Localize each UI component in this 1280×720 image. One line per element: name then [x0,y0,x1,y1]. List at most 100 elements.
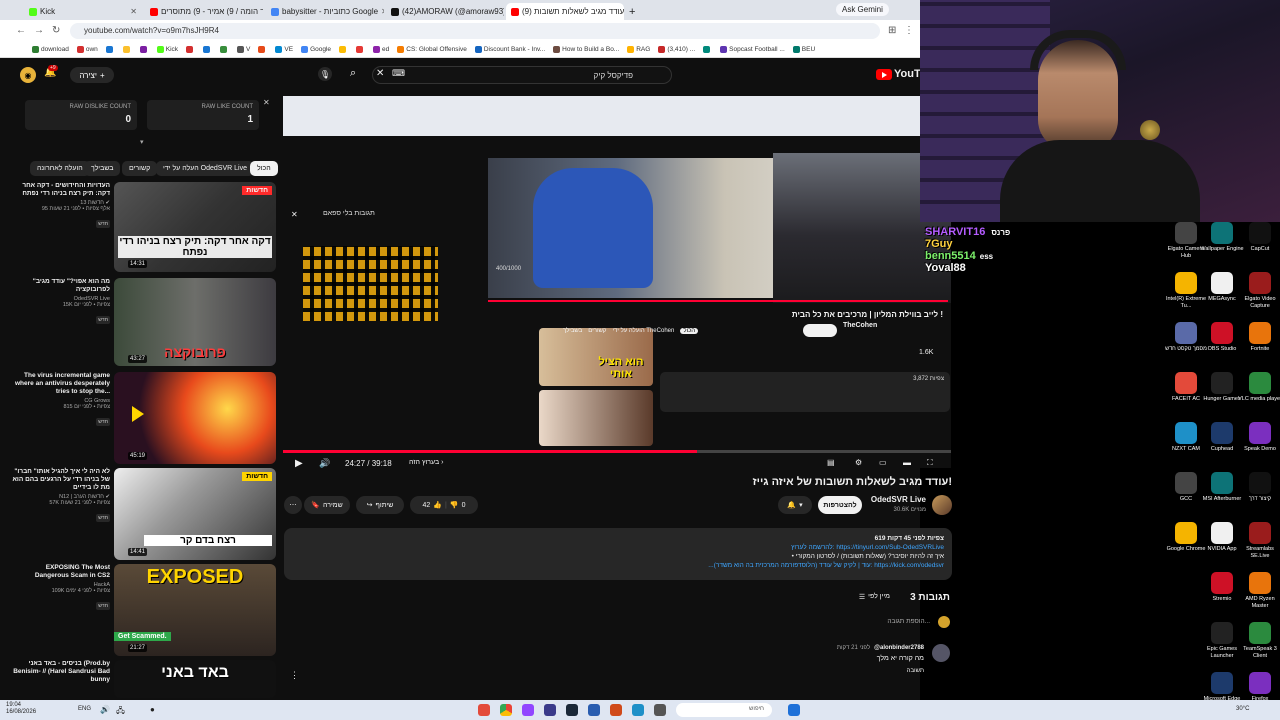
video-title[interactable]: העדויות והחידושים - דקה אחר דקה: תיק רצח… [10,182,110,198]
commenter-avatar[interactable] [932,644,950,662]
browser-tab-5-active[interactable]: (9) עודד מגיב לשאלות תשובות - ...✕ [506,3,624,20]
more-actions-button[interactable]: ⋯ [284,496,302,514]
list-item[interactable]: באד באני בניסים - באד באני (Prod.by Beni… [10,660,276,698]
bookmark-item[interactable] [258,46,267,53]
search-icon[interactable]: ⌕ [350,67,356,80]
bookmark-item[interactable] [203,46,212,53]
steam-icon[interactable] [566,704,578,716]
channel-avatar[interactable] [932,495,952,515]
bookmark-item[interactable] [356,46,365,53]
browser-tab-3[interactable]: babysitter - כתוביות Google✕ [266,3,384,20]
volume-icon[interactable]: 🔊 [100,705,110,714]
share-button[interactable]: ↪ שיתוף [356,496,404,514]
list-item[interactable]: 45:19 The virus incremental game where a… [10,372,276,464]
list-item[interactable]: פרובוקצה 43:27 "מה הוא אפוי?" עודד מגיב … [10,278,276,366]
desktop-shortcut[interactable]: Elgato Camera Hub [1163,222,1209,259]
thumbnail[interactable]: חדשות רצח בדם קר [114,468,276,560]
extensions-icon[interactable]: ⊞ [888,25,896,36]
bookmark-item[interactable]: (3,410) ... [658,46,695,53]
save-button[interactable]: 🔖 שמירה [304,496,350,514]
desktop-shortcut[interactable] [1163,622,1209,646]
browser-tab-4[interactable]: (42)AMORAW (@amoraw93)✕ [386,3,504,20]
weather-temp[interactable]: 30°C [1236,706,1249,712]
discord-icon[interactable] [522,704,534,716]
theater-icon[interactable]: ▬ [903,458,911,467]
thumbnail[interactable]: EXPOSED Get Scammed. [114,564,276,656]
miniplayer-icon[interactable]: ▭ [879,458,887,467]
desktop-shortcut[interactable]: Google Chrome [1163,522,1209,553]
close-counts-icon[interactable]: ✕ [263,98,270,107]
chevron-down-icon[interactable]: ▾ [140,138,144,146]
avatar[interactable]: ◉ [20,67,36,83]
chip-recent[interactable]: הועלה לאחרונה [30,161,90,176]
back-icon[interactable]: ← [16,25,26,36]
close-tab-icon[interactable]: ✕ [130,7,137,16]
chip-related[interactable]: קשורים [122,161,158,176]
bookmark-item[interactable] [339,46,348,53]
taskbar-app-icon[interactable] [478,704,490,716]
list-item[interactable]: חדשות רצח בדם קר 14:41 "לא היה לי איך לה… [10,468,276,560]
windows-start-icon[interactable] [788,704,800,716]
desktop-shortcut[interactable]: מסמך טקסט חדש [1163,322,1209,353]
description-box[interactable]: 619 צפיות לפני 45 דקות להרשמה לערוץ: htt… [284,528,952,580]
description-link-kick[interactable]: ...עוד | לקיק של עודד (הלוסדפורמה המרכזי… [292,561,944,570]
bookmark-item[interactable]: Discount Bank - Inv... [474,46,545,53]
new-tab-button[interactable]: + [624,3,638,20]
chip-for-you[interactable]: בשבילך [84,161,121,176]
bookmark-item[interactable]: V [237,46,250,53]
bookmark-item[interactable]: VE [275,46,293,53]
browser-tab-2[interactable]: אבסורד הומה / 9) אמיר - 9) מתוסרים✕ [145,3,263,20]
bookmark-item[interactable]: Google [301,46,331,53]
mic-icon[interactable]: 🎙 [318,67,332,81]
video-title[interactable]: "מה הוא אפוי?" עודד מגיב לפרובוקציה [10,278,110,294]
desktop-shortcut[interactable]: NZXT CAM [1163,422,1209,453]
chip-uploaded-by[interactable]: העלה על ידי OdedSVR Live [156,161,254,176]
taskbar-app-icon[interactable] [544,704,556,716]
bookmark-item[interactable] [122,46,132,53]
edge-icon[interactable] [632,704,644,716]
thumbnail[interactable]: חדשות דקה אחר דקה: תיק רצח בניהו רדי נפת… [114,182,276,272]
chrome-icon[interactable] [500,704,512,716]
settings-icon[interactable]: ⚙ [855,458,862,467]
thumbs-down-icon[interactable]: 👎 [450,501,459,509]
language-indicator[interactable]: ENG [78,706,91,712]
tray-app-icon[interactable]: ● [150,705,155,714]
bookmark-item[interactable] [105,46,115,53]
clock[interactable]: 19:04 16/08/2026 [6,702,36,716]
like-count[interactable]: 42 [423,502,431,509]
bookmark-item[interactable]: own [76,46,98,53]
desktop-shortcut[interactable]: Intel(R) Extreme Tu... [1163,272,1209,309]
thumbs-up-icon[interactable]: 👍 [433,501,442,509]
close-tab-icon[interactable]: ✕ [381,7,384,16]
bookmark-item[interactable]: How to Build a Bo... [553,46,619,53]
network-icon[interactable]: 🖧 [116,705,125,719]
clear-search-icon[interactable]: ✕ [376,68,384,79]
thumbnail[interactable] [114,372,276,464]
chip-all[interactable]: הכול [250,161,278,176]
bookmark-item[interactable]: Sopcast Football ... [720,46,785,53]
url-field[interactable]: youtube.com/watch?v=o9m7hsJH9R4 [70,23,880,39]
desktop-shortcut[interactable] [1163,672,1209,696]
search-input[interactable]: פדיקסל קיק [372,66,672,84]
volume-icon[interactable]: 🔊 [319,458,330,468]
keyboard-icon[interactable]: ⌨ [392,68,405,79]
comment-menu-icon[interactable]: ⋮ [290,670,299,681]
reload-icon[interactable]: ↻ [52,25,60,36]
desktop-shortcut[interactable] [1163,572,1209,596]
notification-button[interactable]: 🔔 ▾ [778,496,812,514]
create-button[interactable]: יצירה + [70,67,114,83]
video-title[interactable]: EXPOSING The Most Dangerous Scam in CS2 [10,564,110,580]
desktop-shortcut[interactable]: GCC [1163,472,1209,503]
ask-gemini-button[interactable]: Ask Gemini [836,3,889,16]
video-title[interactable]: בניסים - באד באני (Prod.by Benisim- // (… [10,660,110,684]
taskbar-app-icon[interactable] [588,704,600,716]
bookmark-item[interactable]: ed [373,46,389,53]
list-item[interactable]: EXPOSED Get Scammed. 21:27 EXPOSING The … [10,564,276,656]
bookmark-item[interactable]: CS: Global Offensive [397,46,467,53]
video-title[interactable]: "לא היה לי איך להגיל אותו" חברו של בניהו… [10,468,110,492]
forward-icon[interactable]: → [34,25,44,36]
add-comment-input[interactable]: הוספת תגובה... [887,618,930,625]
list-item[interactable]: חדשות דקה אחר דקה: תיק רצח בניהו רדי נפת… [10,182,276,272]
video-player[interactable]: תגובות בלי ספאם ✕ 400/1000 לייב בווילת ה… [283,96,951,468]
bookmark-item[interactable]: RAG [627,46,650,53]
